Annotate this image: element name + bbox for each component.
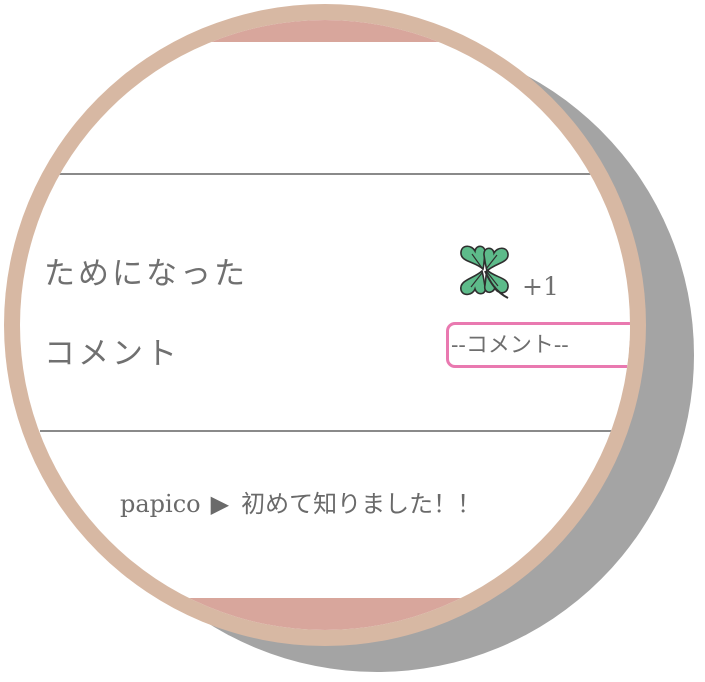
divider-top xyxy=(48,173,608,175)
top-band xyxy=(20,20,630,42)
divider-bottom xyxy=(40,430,630,432)
comment-text: 初めて知りました！！ xyxy=(241,490,482,518)
comment-input[interactable] xyxy=(446,322,630,368)
bottom-band xyxy=(20,598,630,630)
comment-entry: papico ▶ 初めて知りました！！ xyxy=(120,484,481,519)
comment-author: papico xyxy=(120,490,201,518)
four-leaf-clover-icon[interactable] xyxy=(452,240,518,302)
play-arrow-icon: ▶ xyxy=(210,490,230,518)
magnifier-frame: ためになった +1 コメント papico ▶ 初めて知りました！！ xyxy=(4,4,646,646)
useful-label: ためになった xyxy=(44,256,248,292)
comment-label: コメント xyxy=(44,336,180,372)
reaction-count: +1 xyxy=(522,272,559,301)
magnified-area: ためになった +1 コメント papico ▶ 初めて知りました！！ xyxy=(20,20,630,630)
